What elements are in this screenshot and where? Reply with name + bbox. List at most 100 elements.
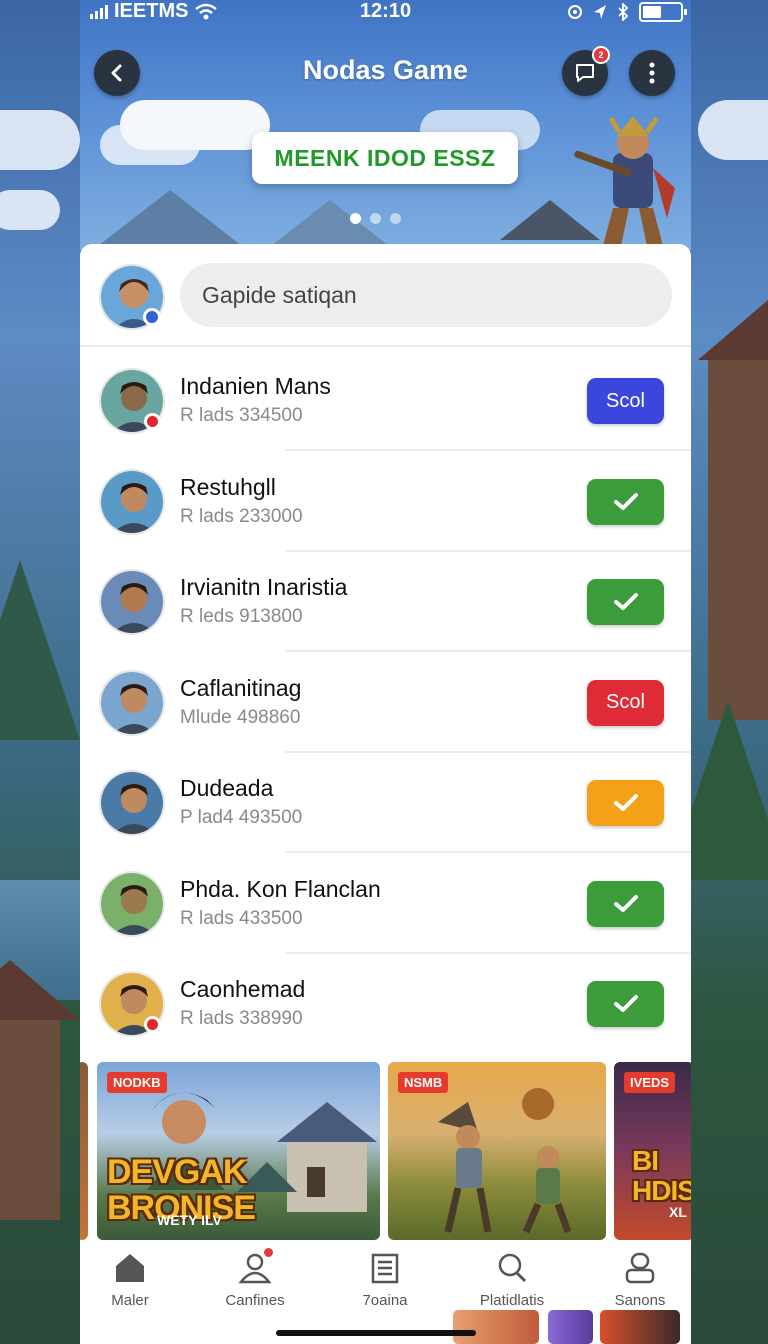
player-row[interactable]: Dudeada P lad4 493500 — [80, 753, 691, 853]
tree — [0, 560, 80, 740]
game-card-partial[interactable] — [80, 1062, 88, 1240]
status-dot — [144, 413, 161, 430]
player-row[interactable]: Restuhgll R lads 233000 — [80, 452, 691, 552]
status-right — [567, 2, 687, 22]
carousel-dot-3[interactable] — [390, 213, 401, 224]
player-subtitle: R lads 338990 — [180, 1008, 303, 1029]
tab-label: Sanons — [614, 1292, 666, 1309]
action-button[interactable]: Scol — [587, 679, 664, 726]
accept-button[interactable] — [587, 478, 664, 525]
tab-label: Maler — [111, 1292, 149, 1309]
carousel-dots[interactable] — [350, 213, 401, 224]
house — [708, 360, 768, 720]
house-roof — [0, 960, 80, 1020]
battery-icon — [639, 2, 687, 22]
check-icon — [613, 492, 638, 510]
cloud — [0, 110, 80, 170]
player-name: Dudeada — [180, 775, 274, 801]
tab-friends[interactable]: Canfines — [205, 1246, 305, 1309]
check-icon — [613, 794, 638, 811]
game-card-3[interactable]: IVEDS BI HDISE XL — [614, 1062, 691, 1240]
game-card-2[interactable]: NSMB — [388, 1062, 606, 1240]
battle-scene-illustration — [438, 1088, 572, 1234]
search-icon — [494, 1250, 530, 1286]
player-row[interactable]: Phda. Kon Flanclan R lads 433500 — [80, 854, 691, 954]
accept-button[interactable] — [587, 981, 664, 1027]
player-subtitle: R leds 913800 — [180, 606, 303, 627]
cloud — [100, 125, 200, 165]
carousel-dot-1[interactable] — [350, 213, 361, 224]
player-avatar[interactable] — [99, 468, 165, 535]
hero-banner: IEETMS 12:10 Nodas Game 2 MEENK IDOD ESS… — [80, 0, 691, 250]
recent-game-thumbnail[interactable] — [453, 1310, 539, 1344]
game-card-1[interactable]: NODKB DEVGAK BRONISE WETY ILV — [97, 1062, 380, 1240]
warrior-character-illustration — [574, 116, 675, 246]
mountain — [80, 190, 260, 250]
player-name: Caonhemad — [180, 976, 306, 1002]
check-icon — [613, 995, 638, 1012]
game-subtitle: XL — [669, 1204, 687, 1220]
recent-game-thumbnail[interactable] — [548, 1310, 593, 1344]
player-name: Indanien Mans — [180, 373, 331, 399]
game-carousel[interactable]: NODKB DEVGAK BRONISE WETY ILV NSMB IVEDS — [80, 1062, 691, 1240]
cloud — [0, 190, 60, 230]
mountain — [240, 200, 420, 250]
player-row[interactable]: Caflanitinag Mlude 498860 Scol — [80, 653, 691, 753]
tab-search[interactable]: Platidlatis — [462, 1250, 562, 1309]
home-icon — [112, 1250, 148, 1286]
accept-button[interactable] — [587, 780, 664, 826]
divider — [80, 345, 691, 347]
action-button[interactable]: Scol — [587, 378, 664, 424]
check-icon — [613, 593, 638, 610]
status-dot — [144, 1016, 161, 1033]
player-name: Irvianitn Inaristia — [180, 574, 348, 600]
tab-badge — [262, 1246, 275, 1259]
accept-button[interactable] — [587, 579, 664, 625]
player-subtitle: P lad4 493500 — [180, 807, 303, 828]
player-avatar[interactable] — [99, 770, 165, 836]
tree — [688, 700, 768, 880]
player-subtitle: R lads 233000 — [180, 505, 303, 527]
recent-game-thumbnail[interactable] — [600, 1310, 680, 1344]
tab-home[interactable]: Maler — [80, 1250, 180, 1309]
player-name: Phda. Kon Flanclan — [180, 875, 381, 902]
status-bar: IEETMS 12:10 — [80, 0, 691, 26]
promo-button[interactable]: MEENK IDOD ESSZ — [252, 132, 518, 184]
search-input[interactable] — [180, 263, 672, 327]
player-avatar[interactable] — [99, 669, 165, 736]
carousel-dot-2[interactable] — [370, 213, 381, 224]
player-name: Restuhgll — [180, 473, 276, 500]
background-left — [0, 0, 80, 1344]
game-tag: NSMB — [398, 1072, 449, 1093]
house — [0, 1020, 60, 1220]
more-options-button[interactable] — [629, 50, 675, 96]
list-icon — [367, 1250, 403, 1286]
player-subtitle: R lads 334500 — [180, 405, 303, 426]
navigation-icon — [594, 5, 606, 19]
tab-label: Canfines — [225, 1292, 285, 1309]
game-tag: NODKB — [107, 1072, 167, 1093]
player-avatar[interactable] — [99, 870, 165, 937]
tab-label: 7oaina — [362, 1292, 408, 1309]
chat-button[interactable]: 2 — [562, 46, 610, 96]
tab-profile[interactable]: Sanons — [590, 1250, 690, 1309]
profile-icon — [622, 1250, 658, 1286]
player-row[interactable]: Irvianitn Inaristia R leds 913800 — [80, 552, 691, 652]
chat-icon — [576, 64, 594, 82]
online-status-dot — [143, 308, 161, 326]
more-vertical-icon — [649, 62, 655, 84]
bluetooth-icon — [618, 3, 629, 21]
player-row[interactable]: Indanien Mans R lads 334500 Scol — [80, 351, 691, 451]
tab-label: Platidlatis — [479, 1292, 545, 1309]
home-indicator — [276, 1330, 476, 1336]
player-avatar[interactable] — [99, 569, 165, 635]
game-logo-line2: HDISE — [632, 1175, 691, 1206]
tab-list[interactable]: 7oaina — [335, 1250, 435, 1309]
player-name: Caflanitinag — [180, 674, 302, 701]
check-icon — [613, 894, 638, 912]
game-logo-line1: DEVGAK — [107, 1153, 247, 1191]
accept-button[interactable] — [587, 880, 664, 927]
game-logo: BI HDISE — [632, 1146, 691, 1206]
background-right — [688, 0, 768, 1344]
player-row[interactable]: Caonhemad R lads 338990 — [80, 954, 691, 1054]
